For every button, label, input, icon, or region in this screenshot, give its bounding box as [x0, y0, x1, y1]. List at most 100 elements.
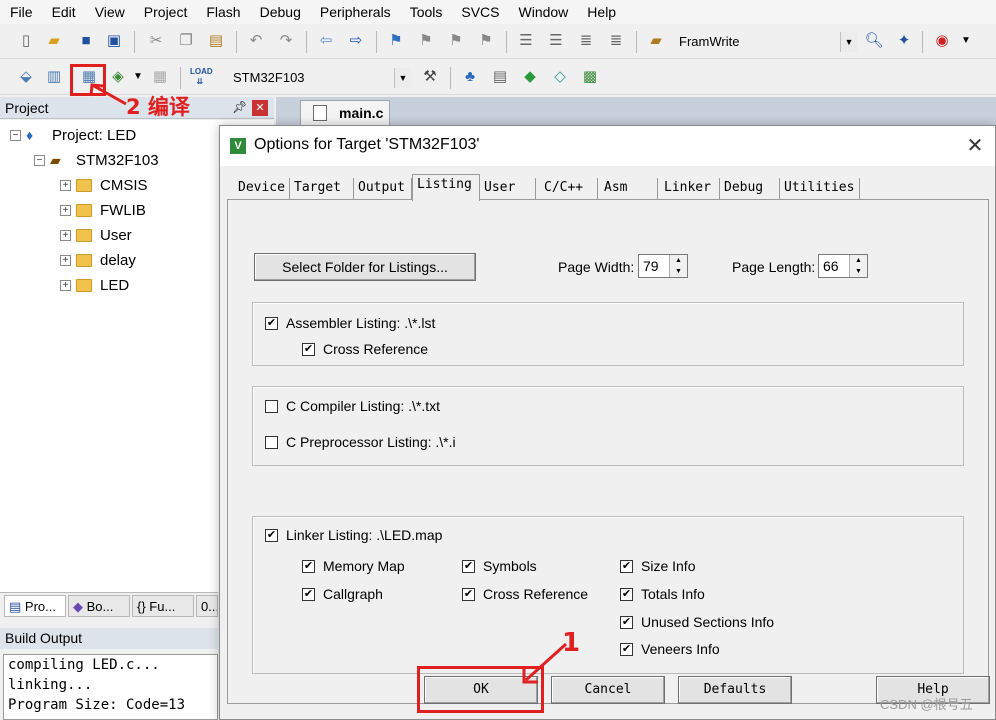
menu-view[interactable]: View	[85, 1, 134, 23]
pin-icon[interactable]: 📌︎	[232, 100, 247, 114]
menu-file[interactable]: File	[0, 1, 42, 23]
tab-asm[interactable]: Asm	[600, 178, 658, 200]
find-icon[interactable]: 🔍︎	[864, 31, 884, 51]
manage-run-time-environment-icon[interactable]: ◆	[520, 67, 540, 87]
tree-node-target[interactable]: − ▰ STM32F103	[34, 149, 159, 171]
chevron-down-icon[interactable]: ▼	[956, 31, 976, 51]
find-combo[interactable]: FramWrite ▼	[672, 31, 858, 53]
bookmark-next-icon[interactable]: ⚑	[446, 31, 466, 51]
copy-icon[interactable]: ❐	[176, 31, 196, 51]
expand-icon[interactable]: +	[60, 279, 71, 291]
manage-multi-project-icon[interactable]: ▤	[490, 67, 510, 87]
tab-books[interactable]: ◆ Bo...	[68, 595, 130, 617]
target-combo[interactable]: STM32F103 ▼	[226, 67, 412, 89]
tab-templates[interactable]: 0...	[196, 595, 218, 617]
select-packs-icon[interactable]: ◇	[550, 67, 570, 87]
symbols-checkbox[interactable]: ✔ Symbols	[462, 558, 537, 574]
size-info-checkbox[interactable]: ✔ Size Info	[620, 558, 695, 574]
menu-project[interactable]: Project	[134, 1, 197, 23]
page-width-stepper[interactable]: 79 ▲ ▼	[638, 254, 688, 278]
tree-node-group-fwlib[interactable]: + FWLIB	[60, 199, 146, 221]
spin-arrows-icon[interactable]: ▲ ▼	[849, 255, 867, 277]
pack-installer-icon[interactable]: ▩	[580, 67, 600, 87]
tab-c-cpp[interactable]: C/C++	[540, 178, 598, 200]
collapse-icon[interactable]: −	[10, 129, 21, 141]
linker-listing-checkbox[interactable]: ✔ Linker Listing: .\LED.map	[265, 527, 442, 543]
assembler-cross-reference-checkbox[interactable]: ✔ Cross Reference	[302, 341, 428, 357]
tab-output[interactable]: Output	[354, 178, 412, 200]
tab-target[interactable]: Target	[290, 178, 354, 200]
menu-flash[interactable]: Flash	[196, 1, 249, 23]
menu-peripherals[interactable]: Peripherals	[310, 1, 400, 23]
tab-device[interactable]: Device	[234, 178, 290, 200]
tab-utilities[interactable]: Utilities	[780, 178, 860, 200]
tree-node-group-cmsis[interactable]: + CMSIS	[60, 174, 148, 196]
translate-icon[interactable]: ⬙	[16, 67, 36, 87]
menu-help[interactable]: Help	[577, 1, 625, 23]
tree-node-group-led[interactable]: + LED	[60, 274, 129, 296]
chevron-down-icon[interactable]: ▼	[840, 32, 857, 52]
expand-icon[interactable]: +	[60, 204, 71, 216]
checkbox-box[interactable]: ✔	[265, 528, 278, 542]
close-icon[interactable]: ✕	[963, 134, 987, 158]
redo-icon[interactable]: ↷	[276, 31, 296, 51]
tab-project[interactable]: ▤ Pro...	[4, 595, 66, 617]
navigate-forward-icon[interactable]: ⇨	[346, 31, 366, 51]
uncomment-icon[interactable]: ≣	[606, 31, 626, 51]
checkbox-box[interactable]: ✔	[462, 587, 475, 601]
menu-debug[interactable]: Debug	[250, 1, 310, 23]
tab-debug[interactable]: Debug	[720, 178, 780, 200]
menu-window[interactable]: Window	[509, 1, 578, 23]
menu-svcs[interactable]: SVCS	[451, 1, 508, 23]
checkbox-box[interactable]: ✔	[462, 559, 475, 573]
build-icon[interactable]: ▥	[44, 67, 64, 87]
unused-sections-info-checkbox[interactable]: ✔ Unused Sections Info	[620, 614, 774, 630]
menu-tools[interactable]: Tools	[400, 1, 452, 23]
new-file-icon[interactable]: ▯	[16, 31, 36, 51]
checkbox-box[interactable]: ✔	[620, 559, 633, 573]
manage-project-items-icon[interactable]: ♣	[460, 67, 480, 87]
undo-icon[interactable]: ↶	[246, 31, 266, 51]
expand-icon[interactable]: +	[60, 179, 71, 191]
checkbox-box[interactable]: ✔	[302, 342, 315, 356]
paste-icon[interactable]: ▤	[206, 31, 226, 51]
navigate-back-icon[interactable]: ⇦	[316, 31, 336, 51]
c-preprocessor-listing-checkbox[interactable]: C Preprocessor Listing: .\*.i	[265, 434, 456, 450]
tab-functions[interactable]: {} Fu...	[132, 595, 194, 617]
checkbox-box[interactable]: ✔	[302, 587, 315, 601]
tab-user[interactable]: User	[480, 178, 536, 200]
callgraph-checkbox[interactable]: ✔ Callgraph	[302, 586, 383, 602]
checkbox-box[interactable]: ✔	[302, 559, 315, 573]
tree-node-group-delay[interactable]: + delay	[60, 249, 136, 271]
bookmark-prev-icon[interactable]: ⚑	[416, 31, 436, 51]
page-length-stepper[interactable]: 66 ▲ ▼	[818, 254, 868, 278]
c-compiler-listing-checkbox[interactable]: C Compiler Listing: .\*.txt	[265, 398, 440, 414]
close-icon[interactable]: ✕	[252, 100, 268, 116]
checkbox-box[interactable]	[265, 399, 278, 413]
open-file-icon[interactable]: ▰	[44, 31, 64, 51]
collapse-icon[interactable]: −	[34, 154, 45, 166]
comment-icon[interactable]: ≣	[576, 31, 596, 51]
save-all-icon[interactable]: ▣	[104, 31, 124, 51]
totals-info-checkbox[interactable]: ✔ Totals Info	[620, 586, 705, 602]
checkbox-box[interactable]: ✔	[620, 615, 633, 629]
tab-listing[interactable]: Listing	[412, 174, 480, 201]
indent-icon[interactable]: ☰	[516, 31, 536, 51]
chevron-down-icon[interactable]: ▼	[394, 68, 411, 88]
expand-icon[interactable]: +	[60, 254, 71, 266]
save-icon[interactable]: ■	[76, 31, 96, 51]
unindent-icon[interactable]: ☰	[546, 31, 566, 51]
tab-linker[interactable]: Linker	[660, 178, 720, 200]
checkbox-box[interactable]: ✔	[265, 316, 278, 330]
select-folder-button[interactable]: Select Folder for Listings...	[254, 253, 476, 281]
tab-main-c[interactable]: main.c	[300, 100, 390, 126]
tree-node-project[interactable]: − ♦ Project: LED	[10, 124, 136, 146]
bookmark-clear-icon[interactable]: ⚑	[476, 31, 496, 51]
debug-session-icon[interactable]: ◉	[932, 31, 952, 51]
assembler-listing-checkbox[interactable]: ✔ Assembler Listing: .\*.lst	[265, 315, 435, 331]
tree-node-group-user[interactable]: + User	[60, 224, 132, 246]
stop-build-icon[interactable]: ▦	[150, 67, 170, 87]
defaults-button[interactable]: Defaults	[678, 676, 792, 704]
spin-arrows-icon[interactable]: ▲ ▼	[669, 255, 687, 277]
target-options-icon[interactable]: ⚒	[420, 67, 440, 87]
